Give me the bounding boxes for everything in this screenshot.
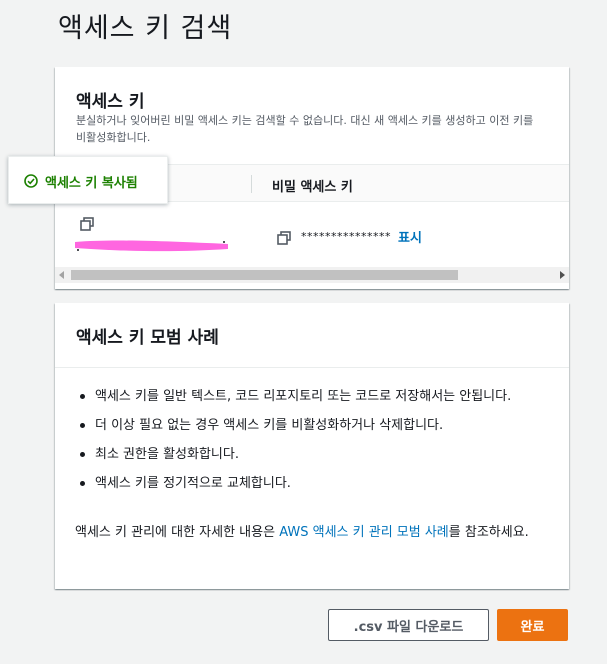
- best-practices-panel: 액세스 키 모범 사례 액세스 키를 일반 텍스트, 코드 리포지토리 또는 코…: [55, 303, 569, 589]
- copied-tooltip: 액세스 키 복사됨: [8, 156, 168, 204]
- redaction-mark: [75, 240, 228, 252]
- column-divider: [251, 175, 252, 193]
- copy-access-key-icon[interactable]: [80, 217, 94, 231]
- column-header-secret-key: 비밀 액세스 키: [272, 180, 353, 195]
- tooltip-message: 액세스 키 복사됨: [45, 176, 138, 191]
- best-practices-footer: 액세스 키 관리에 대한 자세한 내용은 AWS 액세스 키 관리 모범 사례를…: [75, 522, 555, 543]
- list-item: 액세스 키를 정기적으로 교체합니다.: [75, 473, 555, 494]
- check-circle-icon: [24, 173, 38, 192]
- scroll-left-arrow-icon[interactable]: [59, 271, 64, 279]
- list-item: 액세스 키를 일반 텍스트, 코드 리포지토리 또는 코드로 저장해서는 안됩니…: [75, 386, 555, 407]
- best-practices-link[interactable]: AWS 액세스 키 관리 모범 사례: [279, 525, 449, 540]
- scroll-right-arrow-icon[interactable]: [560, 271, 565, 279]
- best-practices-list: 액세스 키를 일반 텍스트, 코드 리포지토리 또는 코드로 저장해서는 안됩니…: [75, 386, 555, 502]
- list-item: 더 이상 필요 없는 경우 액세스 키를 비활성화하거나 삭제합니다.: [75, 415, 555, 436]
- access-key-panel-title: 액세스 키: [76, 92, 145, 112]
- secret-key-masked-value: ***************: [301, 230, 391, 243]
- show-secret-link[interactable]: 표시: [398, 227, 422, 246]
- scrollbar-thumb[interactable]: [71, 270, 458, 280]
- best-practices-title: 액세스 키 모범 사례: [76, 328, 219, 348]
- horizontal-scrollbar[interactable]: [55, 267, 569, 283]
- done-button[interactable]: 완료: [497, 609, 568, 641]
- divider: [55, 367, 569, 368]
- download-csv-button[interactable]: .csv 파일 다운로드: [328, 609, 489, 641]
- access-key-panel-description: 분실하거나 잊어버린 비밀 액세스 키는 검색할 수 없습니다. 대신 새 액세…: [76, 114, 534, 144]
- footer-text-prefix: 액세스 키 관리에 대한 자세한 내용은: [75, 525, 280, 540]
- list-item: 최소 권한을 활성화합니다.: [75, 444, 555, 465]
- footer-text-suffix: 를 참조하세요.: [448, 525, 529, 540]
- copy-secret-key-icon[interactable]: [277, 231, 291, 245]
- page-title: 액세스 키 검색: [58, 13, 233, 44]
